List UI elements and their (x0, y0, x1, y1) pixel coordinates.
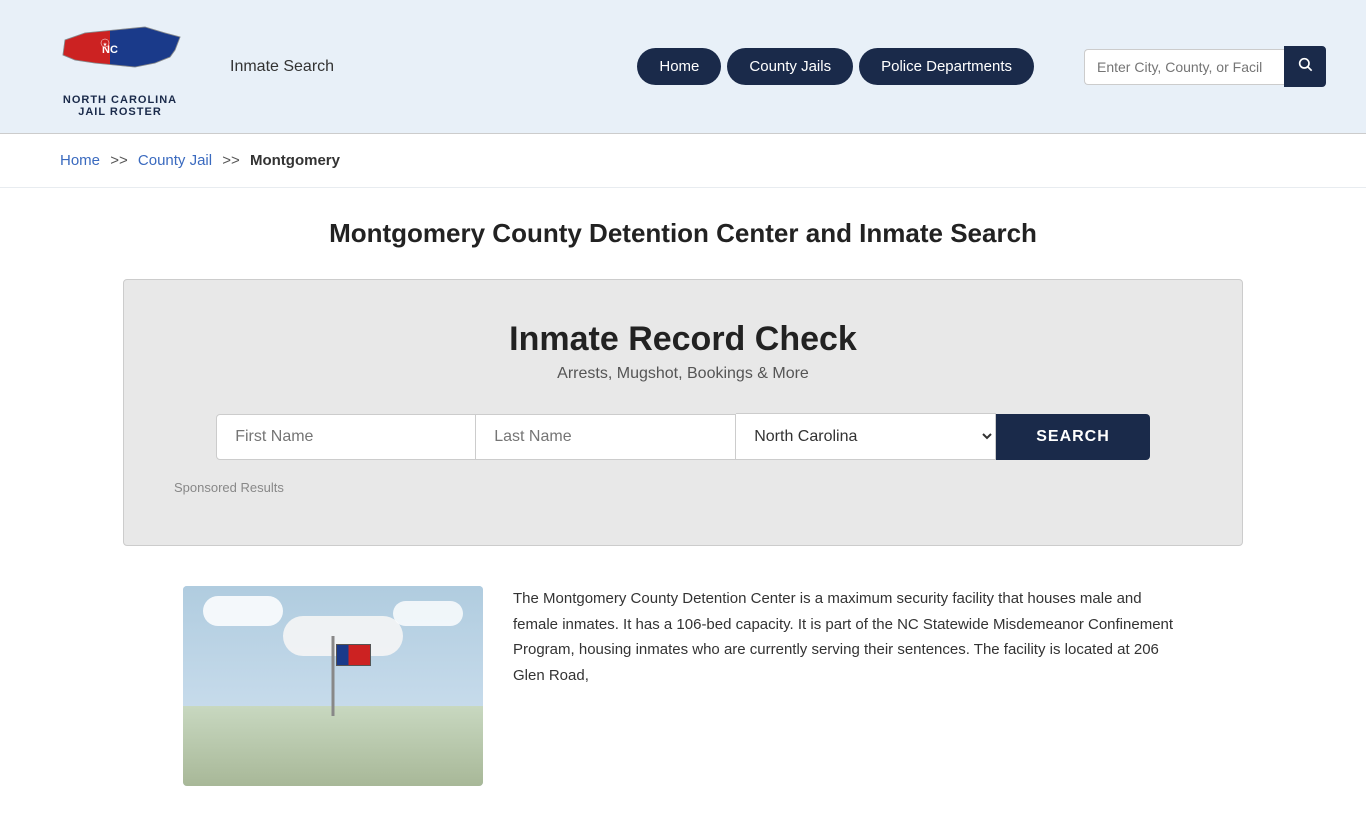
inmate-search-form: North Carolina Alabama Alaska Arizona Ar… (174, 413, 1192, 460)
header-search-bar (1084, 46, 1326, 87)
page-title-area: Montgomery County Detention Center and I… (0, 188, 1366, 269)
nav-home-button[interactable]: Home (637, 48, 721, 85)
record-check-box: Inmate Record Check Arrests, Mugshot, Bo… (123, 279, 1243, 546)
nc-flag-icon (336, 644, 371, 666)
facility-image-inner (183, 586, 483, 786)
logo-text-line1: NORTH CAROLINA JAIL ROSTER (63, 94, 177, 118)
first-name-input[interactable] (216, 414, 476, 460)
content-section: The Montgomery County Detention Center i… (123, 576, 1243, 826)
breadcrumb-home-link[interactable]: Home (60, 152, 100, 169)
nav-county-jails-button[interactable]: County Jails (727, 48, 853, 85)
breadcrumb-area: Home >> County Jail >> Montgomery (0, 134, 1366, 188)
record-check-subtitle: Arrests, Mugshot, Bookings & More (174, 365, 1192, 383)
flagpole (332, 636, 335, 716)
nav-police-departments-button[interactable]: Police Departments (859, 48, 1034, 85)
breadcrumb-separator-2: >> (222, 152, 240, 169)
last-name-input[interactable] (476, 414, 736, 460)
header-search-button[interactable] (1284, 46, 1326, 87)
inmate-search-link[interactable]: Inmate Search (230, 58, 334, 76)
breadcrumb: Home >> County Jail >> Montgomery (60, 152, 1306, 169)
svg-text:★: ★ (103, 42, 108, 48)
nc-state-logo-icon: NC ★ (55, 15, 185, 90)
facility-description: The Montgomery County Detention Center i… (513, 586, 1183, 688)
inmate-search-button[interactable]: SEARCH (996, 414, 1150, 460)
main-nav: Home County Jails Police Departments (637, 48, 1034, 85)
logo-area: NC ★ NORTH CAROLINA JAIL ROSTER (40, 15, 200, 118)
sponsored-results-label: Sponsored Results (174, 480, 1192, 495)
breadcrumb-county-jail-link[interactable]: County Jail (138, 152, 212, 169)
breadcrumb-current: Montgomery (250, 152, 340, 169)
breadcrumb-separator-1: >> (110, 152, 128, 169)
ground-bg (183, 706, 483, 786)
state-select[interactable]: North Carolina Alabama Alaska Arizona Ar… (736, 413, 996, 460)
page-title: Montgomery County Detention Center and I… (20, 218, 1346, 249)
facility-image (183, 586, 483, 786)
cloud-1 (203, 596, 283, 626)
header-search-input[interactable] (1084, 49, 1284, 85)
record-check-title: Inmate Record Check (174, 320, 1192, 359)
cloud-3 (393, 601, 463, 626)
search-icon (1297, 56, 1313, 72)
site-header: NC ★ NORTH CAROLINA JAIL ROSTER Inmate S… (0, 0, 1366, 134)
